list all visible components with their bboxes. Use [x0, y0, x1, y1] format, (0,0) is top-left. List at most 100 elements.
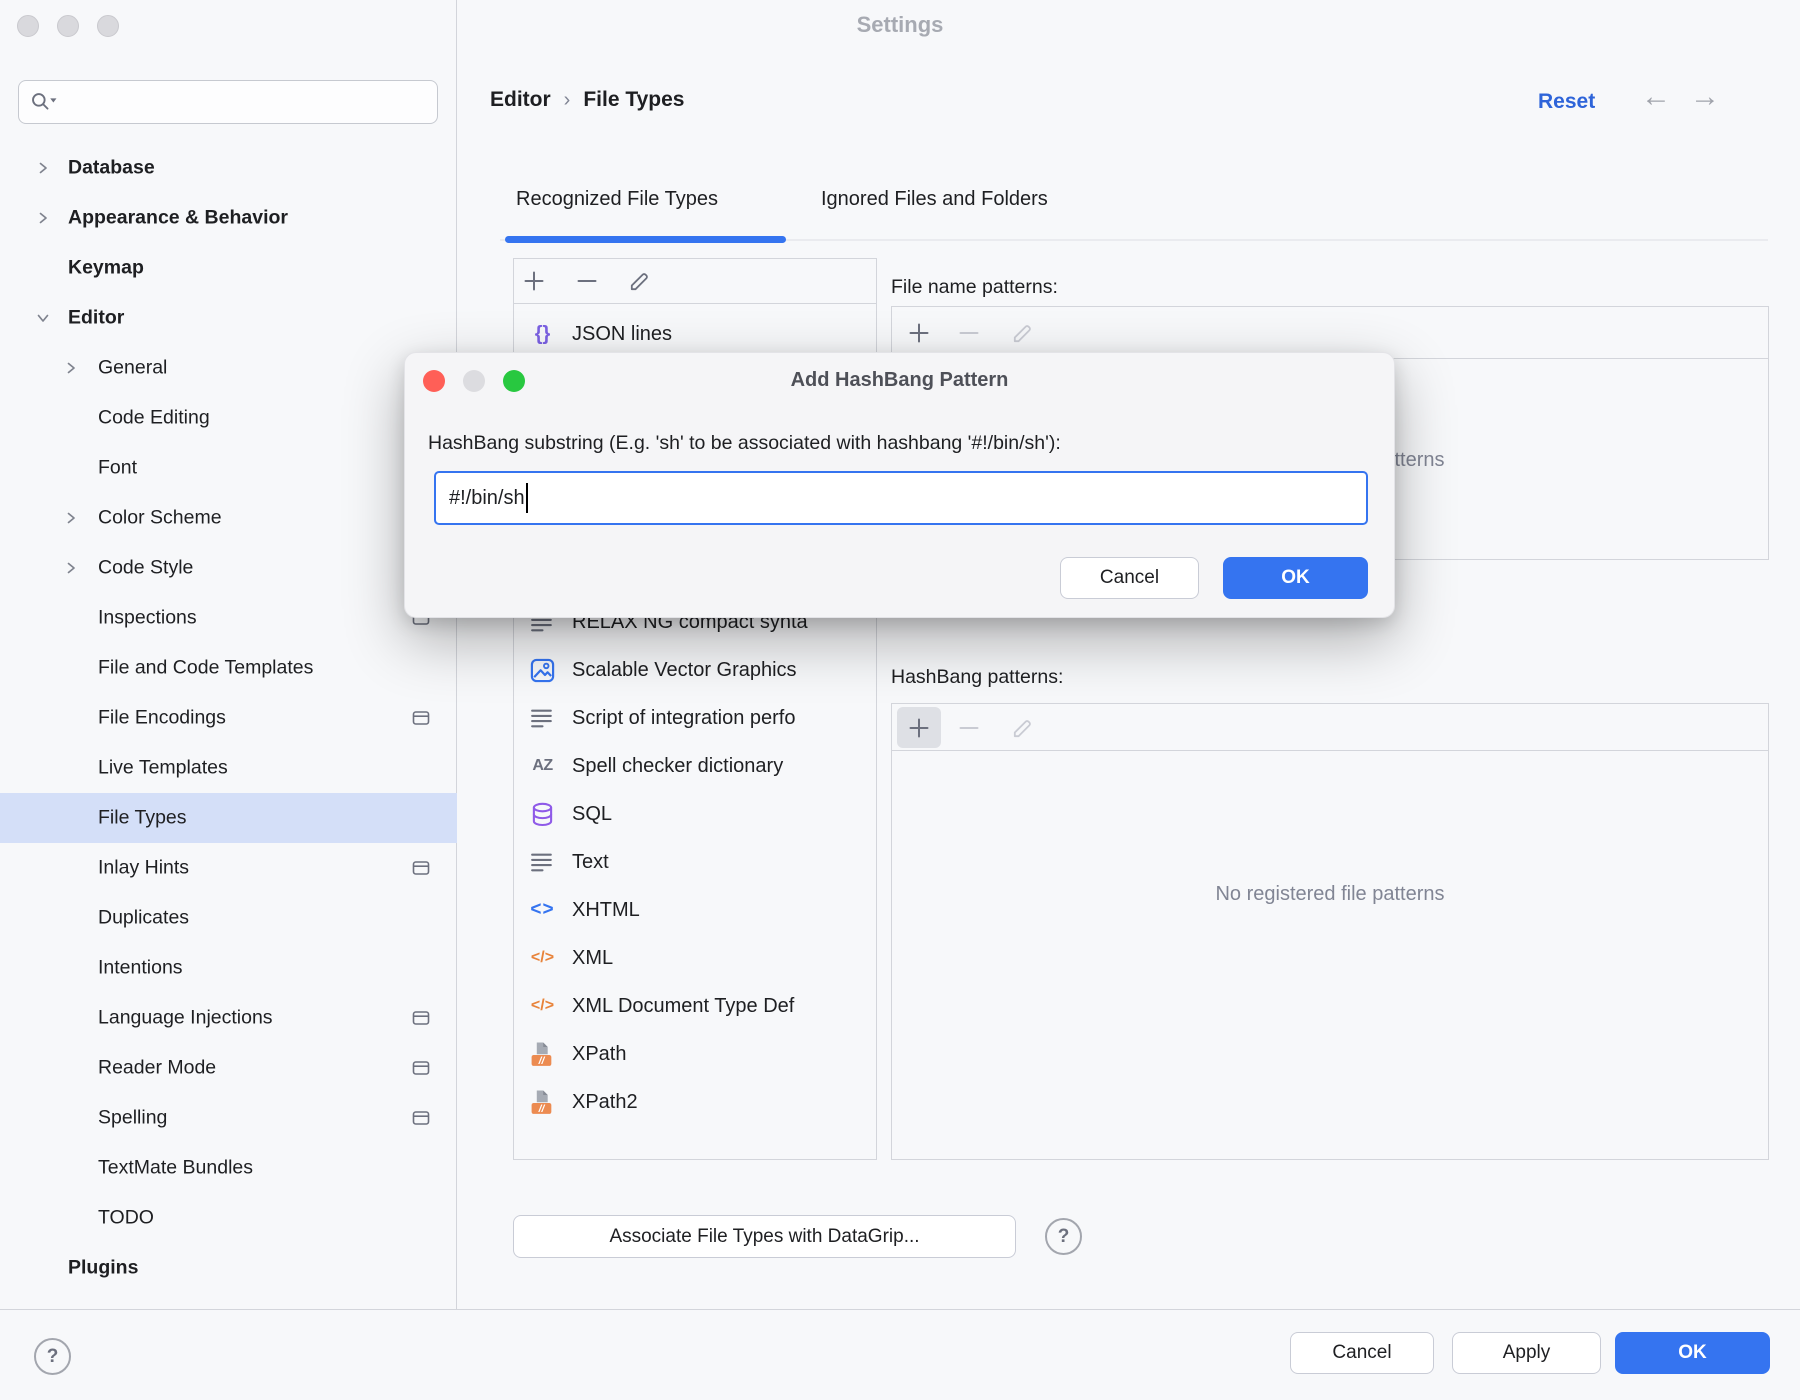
sidebar-item-live-templates[interactable]: Live Templates: [0, 743, 457, 793]
code-tag-icon: </>: [529, 993, 556, 1020]
file-type-row[interactable]: Scalable Vector Graphics: [514, 646, 876, 694]
context-help-icon[interactable]: ?: [1045, 1218, 1082, 1255]
settings-tree: Database Appearance & Behavior Keymap Ed…: [0, 143, 457, 1293]
footer-divider: [0, 1309, 1800, 1310]
file-types-toolbar: [514, 259, 876, 304]
breadcrumb-separator: ›: [564, 89, 571, 112]
file-type-row[interactable]: Text: [514, 838, 876, 886]
sidebar-item-language-injections[interactable]: Language Injections: [0, 993, 457, 1043]
tab-ignored-files-and-folders[interactable]: Ignored Files and Folders: [821, 188, 1048, 211]
chevron-right-icon: [36, 161, 50, 175]
remove-icon[interactable]: [574, 268, 600, 294]
file-type-row[interactable]: {}JSON lines: [514, 310, 876, 358]
sidebar-item-editor[interactable]: Editor: [0, 293, 457, 343]
image-icon: [529, 657, 556, 684]
breadcrumb-editor[interactable]: Editor: [490, 88, 551, 112]
ide-settings-icon: [412, 860, 430, 876]
hashbang-patterns-label: HashBang patterns:: [891, 666, 1063, 689]
ide-settings-icon: [412, 1010, 430, 1026]
dialog-prompt-label: HashBang substring (E.g. 'sh' to be asso…: [428, 432, 1061, 455]
add-icon[interactable]: [906, 320, 932, 346]
hashbang-patterns-empty-text: No registered file patterns: [892, 883, 1768, 906]
ide-settings-icon: [412, 710, 430, 726]
chevron-right-icon: [64, 361, 78, 375]
cancel-button[interactable]: Cancel: [1290, 1332, 1434, 1374]
active-tab-indicator: [505, 236, 786, 243]
text-lines-icon: [529, 705, 556, 732]
sidebar-item-color-scheme[interactable]: Color Scheme: [0, 493, 457, 543]
sidebar-item-textmate-bundles[interactable]: TextMate Bundles: [0, 1143, 457, 1193]
sidebar-item-code-style[interactable]: Code Style: [0, 543, 457, 593]
sidebar-item-inlay-hints[interactable]: Inlay Hints: [0, 843, 457, 893]
settings-search-input[interactable]: [18, 80, 438, 124]
chevron-right-icon: [64, 511, 78, 525]
ok-button[interactable]: OK: [1615, 1332, 1770, 1374]
sidebar-item-spelling[interactable]: Spelling: [0, 1093, 457, 1143]
sidebar-item-file-types[interactable]: File Types: [0, 793, 457, 843]
file-type-row[interactable]: //XPath2: [514, 1078, 876, 1126]
ide-settings-icon: [412, 1060, 430, 1076]
add-hashbang-pattern-dialog: Add HashBang Pattern HashBang substring …: [404, 352, 1395, 618]
ide-settings-icon: [412, 1110, 430, 1126]
search-icon: [30, 91, 57, 114]
help-icon[interactable]: ?: [34, 1338, 71, 1375]
sidebar-item-database[interactable]: Database: [0, 143, 457, 193]
angle-brackets-icon: <>: [529, 897, 556, 924]
file-type-row[interactable]: <>XHTML: [514, 886, 876, 934]
file-type-row[interactable]: AZSpell checker dictionary: [514, 742, 876, 790]
code-tag-icon: </>: [529, 945, 556, 972]
sidebar-item-todo[interactable]: TODO: [0, 1193, 457, 1243]
sidebar-item-intentions[interactable]: Intentions: [0, 943, 457, 993]
xpath-icon: //: [529, 1089, 556, 1116]
dialog-cancel-button[interactable]: Cancel: [1060, 557, 1199, 599]
sidebar-item-reader-mode[interactable]: Reader Mode: [0, 1043, 457, 1093]
sidebar-item-code-editing[interactable]: Code Editing: [0, 393, 457, 443]
edit-pencil-icon[interactable]: [627, 268, 653, 294]
reset-link[interactable]: Reset: [1538, 90, 1595, 114]
remove-icon[interactable]: [956, 715, 982, 741]
chevron-right-icon: [64, 561, 78, 575]
remove-icon[interactable]: [956, 320, 982, 346]
associate-file-types-button[interactable]: Associate File Types with DataGrip...: [513, 1215, 1016, 1258]
add-icon[interactable]: [521, 268, 547, 294]
sidebar-item-file-and-code-templates[interactable]: File and Code Templates: [0, 643, 457, 693]
add-icon[interactable]: [906, 715, 932, 741]
sidebar-item-keymap[interactable]: Keymap: [0, 243, 457, 293]
settings-sidebar: Database Appearance & Behavior Keymap Ed…: [0, 0, 457, 1309]
sidebar-item-font[interactable]: Font: [0, 443, 457, 493]
edit-pencil-icon[interactable]: [1010, 715, 1036, 741]
sidebar-item-file-encodings[interactable]: File Encodings: [0, 693, 457, 743]
az-icon: AZ: [529, 753, 556, 780]
hashbang-input[interactable]: #!/bin/sh: [434, 471, 1368, 525]
xpath-icon: //: [529, 1041, 556, 1068]
edit-pencil-icon[interactable]: [1010, 320, 1036, 346]
sidebar-item-appearance-behavior[interactable]: Appearance & Behavior: [0, 193, 457, 243]
tab-recognized-file-types[interactable]: Recognized File Types: [516, 188, 718, 211]
file-name-patterns-label: File name patterns:: [891, 276, 1058, 299]
hashbang-patterns-toolbar: [892, 704, 1768, 751]
database-icon: [529, 801, 556, 828]
hashbang-input-value: #!/bin/sh: [449, 487, 525, 510]
file-type-row[interactable]: Script of integration perfo: [514, 694, 876, 742]
hashbang-patterns-box: No registered file patterns: [891, 703, 1769, 1160]
sidebar-item-general[interactable]: General: [0, 343, 457, 393]
file-type-row[interactable]: </>XML Document Type Def: [514, 982, 876, 1030]
sidebar-item-inspections[interactable]: Inspections: [0, 593, 457, 643]
dialog-title: Add HashBang Pattern: [405, 369, 1394, 392]
file-type-row[interactable]: SQL: [514, 790, 876, 838]
chevron-down-icon: [36, 311, 50, 325]
sidebar-item-duplicates[interactable]: Duplicates: [0, 893, 457, 943]
sidebar-item-plugins[interactable]: Plugins: [0, 1243, 457, 1293]
breadcrumb-file-types: File Types: [583, 88, 684, 112]
file-type-row[interactable]: //XPath: [514, 1030, 876, 1078]
braces-icon: {}: [529, 321, 556, 348]
svg-text://: //: [538, 1103, 546, 1114]
breadcrumb: Editor › File Types: [490, 88, 685, 112]
dialog-ok-button[interactable]: OK: [1223, 557, 1368, 599]
forward-arrow-icon[interactable]: →: [1690, 80, 1720, 114]
svg-text://: //: [538, 1055, 546, 1066]
text-lines-icon: [529, 849, 556, 876]
file-type-row[interactable]: </>XML: [514, 934, 876, 982]
back-arrow-icon[interactable]: ←: [1641, 80, 1671, 114]
apply-button[interactable]: Apply: [1452, 1332, 1601, 1374]
